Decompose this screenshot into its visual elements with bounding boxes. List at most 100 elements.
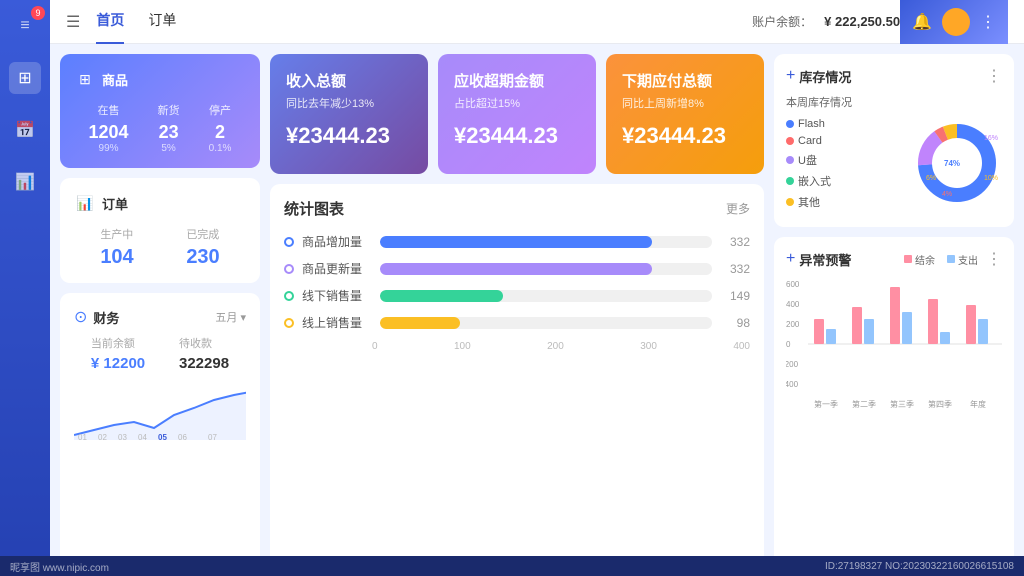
- products-stats: 在售 1204 99% 新货 23 5% 停产 2 0.1%: [74, 102, 246, 154]
- product-stat-onsale: 在售 1204 99%: [89, 102, 129, 154]
- alert-legend-balance: 结余: [904, 252, 935, 267]
- sidebar: ≡ 9 ⊞ 📅 📊: [0, 0, 50, 576]
- donut-chart: 16% 10% 4% 6% 74%: [912, 118, 1002, 208]
- watermark-right: ID:27198327 NO:20230322160026615108: [825, 561, 1014, 572]
- calendar-icon: 📅: [15, 120, 35, 140]
- alert-bar-chart: 600 400 200 0 -200 -400: [786, 277, 1002, 407]
- notification-badge: 9: [31, 6, 45, 20]
- bar-value-product-add: 332: [720, 235, 750, 249]
- kpi-revenue: 收入总额 同比去年减少13% ¥23444.23: [270, 54, 428, 174]
- avatar[interactable]: [942, 8, 970, 36]
- kpi-revenue-title: 收入总额: [286, 70, 412, 91]
- bar-label-product-add: 商品增加量: [302, 233, 372, 250]
- inventory-add-button[interactable]: +: [786, 67, 795, 85]
- stat-disc-value: 2: [209, 122, 232, 143]
- stat-new-value: 23: [158, 122, 180, 143]
- kpi-payable: 下期应付总额 同比上周新增8% ¥23444.23: [606, 54, 764, 174]
- finance-receivable-label: 待收款: [179, 335, 229, 351]
- chart-more-link[interactable]: 更多: [726, 200, 750, 217]
- orders-title: 订单: [102, 194, 128, 213]
- orders-stats: 生产中 104 已完成 230: [74, 226, 246, 269]
- bar-row-online-sales: 线上销售量 98: [284, 314, 750, 331]
- stat-new-label: 新货: [158, 102, 180, 118]
- chart-axis: 0 100 200 300 400: [284, 341, 750, 352]
- svg-text:74%: 74%: [944, 159, 960, 168]
- orders-icon: 📊: [74, 192, 96, 214]
- bar-track-product-update: [380, 263, 712, 275]
- products-title-row: ⊞ 商品: [74, 68, 246, 90]
- finance-balance-value: ¥ 12200: [91, 355, 145, 372]
- svg-text:03: 03: [118, 433, 127, 440]
- svg-text:6%: 6%: [926, 175, 936, 182]
- order-inprogress-value: 104: [100, 246, 133, 269]
- svg-text:10%: 10%: [984, 175, 998, 182]
- stat-disc-sub: 0.1%: [209, 143, 232, 154]
- svg-text:年度: 年度: [970, 399, 986, 409]
- legend-embedded-label: 嵌入式: [798, 173, 831, 189]
- order-done-value: 230: [186, 246, 219, 269]
- kpi-payable-title: 下期应付总额: [622, 70, 748, 91]
- finance-receivable-value: 322298: [179, 355, 229, 372]
- legend-other-label: 其他: [798, 194, 820, 210]
- legend-embedded: 嵌入式: [786, 173, 904, 189]
- alert-more-button[interactable]: ⋮: [986, 249, 1002, 269]
- axis-0: 0: [372, 341, 378, 352]
- menu-button[interactable]: ☰: [66, 12, 80, 32]
- tab-orders[interactable]: 订单: [148, 10, 176, 34]
- kpi-payable-sub: 同比上周新增8%: [622, 95, 748, 111]
- home-icon: ≡: [20, 17, 29, 35]
- bar-row-offline-sales: 线下销售量 149: [284, 287, 750, 304]
- bar-value-product-update: 332: [720, 262, 750, 276]
- legend-flash: Flash: [786, 118, 904, 130]
- bar-track-online-sales: [380, 317, 712, 329]
- bar-label-online-sales: 线上销售量: [302, 314, 372, 331]
- more-menu-icon[interactable]: ⋮: [980, 12, 996, 32]
- alert-title-row: + 异常预警: [786, 250, 851, 269]
- bar-track-offline-sales: [380, 290, 712, 302]
- bar-dot-online-sales: [284, 318, 294, 328]
- header: ☰ 首页 订单 账户余额： ¥ 222,250.50 🔔 ⋮: [50, 0, 1024, 44]
- watermark-left: 昵享图 www.nipic.com: [10, 559, 109, 574]
- orders-title-row: 📊 订单: [74, 192, 246, 214]
- kpi-overdue-sub: 占比超过15%: [454, 95, 580, 111]
- legend-embedded-dot: [786, 177, 794, 185]
- product-stat-discontinued: 停产 2 0.1%: [209, 102, 232, 154]
- svg-text:第一季: 第一季: [814, 399, 838, 409]
- bar-row-product-update: 商品更新量 332: [284, 260, 750, 277]
- sidebar-item-dashboard[interactable]: ⊞: [9, 62, 41, 94]
- inventory-card: + 库存情况 ⋮ 本周库存情况 Flash Card: [774, 54, 1014, 227]
- alert-add-button[interactable]: +: [786, 250, 795, 268]
- inventory-more-button[interactable]: ⋮: [986, 66, 1002, 86]
- sidebar-item-home[interactable]: ≡ 9: [9, 10, 41, 42]
- tab-home[interactable]: 首页: [96, 10, 124, 34]
- svg-text:4%: 4%: [942, 191, 952, 198]
- stat-onsale-sub: 99%: [89, 143, 129, 154]
- right-panel: + 库存情况 ⋮ 本周库存情况 Flash Card: [774, 54, 1014, 566]
- kpi-revenue-sub: 同比去年减少13%: [286, 95, 412, 111]
- bar-track-product-add: [380, 236, 712, 248]
- products-icon: ⊞: [74, 68, 96, 90]
- finance-month-selector[interactable]: 五月 ▾: [215, 309, 246, 325]
- alert-header: + 异常预警 结余 支出: [786, 249, 1002, 269]
- header-actions: 🔔 ⋮: [900, 0, 1008, 44]
- finance-title-row: ⊙ 财务: [74, 307, 119, 327]
- dashboard-icon: ⊞: [18, 68, 31, 88]
- svg-text:600: 600: [786, 280, 800, 289]
- products-card: ⊞ 商品 在售 1204 99% 新货 23 5% 停产: [60, 54, 260, 168]
- order-done-label: 已完成: [186, 226, 219, 242]
- finance-card: ⊙ 财务 五月 ▾ 当前余额 ¥ 12200 待收款 322298: [60, 293, 260, 566]
- bar-value-online-sales: 98: [720, 316, 750, 330]
- notification-icon[interactable]: 🔔: [912, 12, 932, 32]
- kpi-overdue-amount: ¥23444.23: [454, 123, 580, 149]
- svg-text:第二季: 第二季: [852, 399, 876, 409]
- kpi-payable-amount: ¥23444.23: [622, 123, 748, 149]
- legend-other: 其他: [786, 194, 904, 210]
- products-title: 商品: [102, 70, 128, 89]
- sidebar-item-reports[interactable]: 📊: [9, 166, 41, 198]
- svg-text:-200: -200: [786, 360, 799, 369]
- legend-balance-label: 结余: [915, 252, 935, 267]
- legend-udisk-dot: [786, 156, 794, 164]
- legend-flash-dot: [786, 120, 794, 128]
- sidebar-item-calendar[interactable]: 📅: [9, 114, 41, 146]
- svg-text:06: 06: [178, 433, 187, 440]
